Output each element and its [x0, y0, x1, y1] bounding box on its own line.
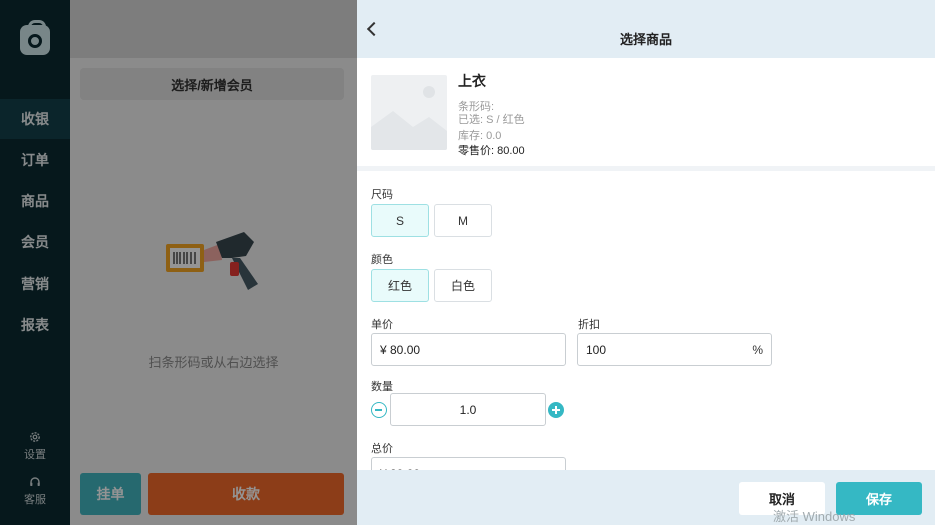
increment-icon[interactable]: [548, 402, 564, 418]
image-icon: [371, 86, 447, 150]
discount-value: 100: [586, 342, 607, 357]
unit-price-input[interactable]: ¥ 80.00: [371, 333, 566, 366]
size-option-s[interactable]: S: [371, 204, 429, 237]
option-label: M: [458, 213, 468, 228]
size-label: 尺码: [371, 189, 393, 201]
product-image-placeholder: [371, 75, 447, 150]
option-label: 白色: [450, 279, 475, 293]
percent-suffix: %: [752, 343, 763, 357]
discount-input[interactable]: 100 %: [577, 333, 772, 366]
color-label: 颜色: [371, 254, 393, 266]
product-retail-price: 零售价: 80.00: [458, 145, 525, 157]
product-selected: 已选: S / 红色: [458, 114, 525, 126]
discount-label: 折扣: [578, 319, 600, 331]
windows-activation-watermark: 激活 Windows: [773, 509, 856, 524]
color-option-white[interactable]: 白色: [434, 269, 492, 302]
size-option-m[interactable]: M: [434, 204, 492, 237]
unit-price-label: 单价: [371, 319, 393, 331]
product-stock: 库存: 0.0: [458, 130, 502, 142]
quantity-label: 数量: [371, 381, 393, 393]
color-option-red[interactable]: 红色: [371, 269, 429, 302]
drawer-title: 选择商品: [357, 0, 935, 80]
quantity-value: 1.0: [459, 402, 477, 417]
unit-price-value: ¥ 80.00: [380, 342, 421, 357]
option-label: 红色: [387, 279, 412, 293]
drawer-footer: 取消 保存 激活 Windows: [357, 470, 935, 525]
modal-overlay[interactable]: [0, 0, 357, 525]
select-product-drawer: 选择商品 上衣 条形码: 已选: S / 红色 库存: 0.0 零售价: 80.…: [357, 0, 935, 525]
total-label: 总价: [371, 443, 393, 455]
quantity-stepper[interactable]: 1.0: [390, 393, 546, 426]
divider: [357, 166, 935, 171]
product-name: 上衣: [458, 73, 486, 89]
option-label: S: [395, 213, 404, 228]
drawer-title-text: 选择商品: [619, 32, 672, 47]
decrement-icon[interactable]: [371, 402, 387, 418]
